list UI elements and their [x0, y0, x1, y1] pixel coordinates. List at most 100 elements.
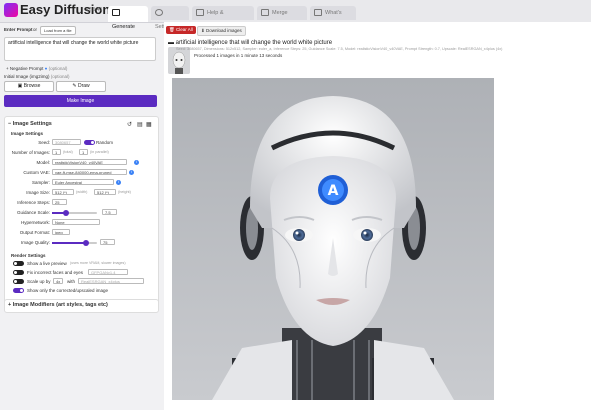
tab-help[interactable]: Help & Community — [192, 6, 254, 30]
vae-label: Custom VAE: — [23, 170, 50, 175]
scale-up-label: Scale up by — [27, 279, 51, 284]
top-bar: Easy Diffusion v2.5.41 Generate Settings… — [0, 0, 591, 30]
thumbnail-robot — [168, 47, 190, 74]
quality-slider[interactable] — [52, 240, 97, 246]
fix-faces-label: Fix incorrect faces and eyes — [27, 270, 84, 275]
image-quality-label: Image Quality: — [20, 240, 50, 245]
sampler-info-icon[interactable]: i — [116, 180, 121, 185]
negative-prompt-toggle[interactable]: + Negative Prompt ● (optional) — [6, 66, 67, 71]
show-corrected-toggle[interactable] — [13, 288, 24, 293]
model-info-icon[interactable]: i — [134, 160, 139, 165]
steps-input[interactable]: 25 — [52, 199, 67, 205]
vae-info-icon[interactable]: i — [129, 170, 134, 175]
scale-select[interactable]: 4x — [53, 278, 63, 284]
image-size-label: Image Size: — [26, 190, 50, 195]
svg-text:A: A — [328, 183, 339, 199]
generate-icon — [112, 9, 120, 17]
seed-label: Seed: — [38, 140, 50, 145]
image-modifiers-header[interactable]: + Image Modifiers (art styles, tags etc) — [8, 302, 108, 308]
height-hint: (height) — [118, 190, 131, 194]
live-preview-toggle[interactable] — [13, 261, 24, 266]
settings-icon — [155, 9, 163, 17]
upscaler-select[interactable]: RealESRGAN_x4plus — [78, 278, 144, 284]
init-image-hint: (optional) — [50, 74, 70, 79]
tab-whats-new[interactable]: What's new — [310, 6, 356, 30]
guidance-slider[interactable] — [52, 210, 97, 216]
app-version: v2.5.41 — [86, 7, 103, 13]
quality-slider-knob[interactable] — [82, 240, 89, 246]
random-label: Random — [96, 140, 114, 145]
vae-select[interactable]: vae-ft-mse-840000-ema-pruned — [52, 169, 127, 175]
undo-icon[interactable]: ↺ — [127, 121, 132, 128]
guidance-input[interactable]: 7.5 — [102, 209, 117, 215]
tab-label: Generate — [112, 24, 135, 30]
fix-faces-toggle[interactable] — [13, 270, 24, 275]
prompt-label: Enter Prompt — [4, 27, 33, 32]
steps-label: Inference Steps: — [17, 200, 50, 205]
render-settings-header: Render Settings — [11, 253, 46, 258]
sampler-select[interactable]: Euler Ancestral — [52, 179, 114, 185]
task-status: Processed 1 images in 1 minute 13 second… — [194, 53, 283, 58]
browse-label: Browse — [23, 83, 41, 89]
quality-input[interactable]: 75 — [100, 239, 115, 245]
download-images-button[interactable]: ⬇ Download images — [197, 26, 246, 36]
tab-merge-models[interactable]: Merge models — [257, 6, 307, 30]
app-logo — [4, 3, 18, 17]
init-image-label: Initial Image (img2img) (optional) — [4, 74, 70, 79]
width-hint: (width) — [76, 190, 88, 194]
image-settings-title: Image Settings — [12, 121, 52, 127]
num-images-parallel-input[interactable]: 1 — [79, 149, 88, 155]
width-select[interactable]: 512 (*) — [52, 189, 74, 195]
live-preview-label: Show a live preview — [27, 261, 67, 266]
generated-robot-portrait: A — [172, 78, 494, 400]
live-preview-hint: (uses more VRAM, slower images) — [70, 261, 126, 265]
generated-image[interactable]: A — [172, 78, 494, 400]
prompt-input[interactable]: artificial intelligence that will change… — [4, 37, 156, 61]
num-images-total-input[interactable]: 1 — [52, 149, 61, 155]
trash-icon: 🗑 — [169, 27, 176, 32]
merge-icon — [261, 9, 269, 17]
show-corrected-label: Show only the corrected/upscaled image — [27, 288, 109, 293]
draw-label: Draw — [77, 83, 90, 89]
model-select[interactable]: realisticVisionV40_v40VAE — [52, 159, 127, 165]
guidance-label: Guidance Scale: — [16, 210, 50, 215]
browse-button[interactable]: ▣ Browse — [4, 81, 54, 92]
make-image-button[interactable]: Make Image — [4, 95, 157, 107]
image-settings-header[interactable]: − Image Settings — [8, 121, 52, 127]
collapse-task-icon[interactable]: ▬ — [168, 40, 176, 46]
news-icon — [314, 9, 322, 17]
image-modifiers-title: Image Modifiers (art styles, tags etc) — [12, 302, 108, 308]
negative-prompt-label: Negative Prompt — [9, 66, 44, 71]
help-icon — [196, 9, 204, 17]
tab-settings[interactable]: Settings — [151, 6, 189, 30]
scale-with-label: with — [67, 279, 76, 284]
hypernetwork-label: Hypernetwork: — [20, 220, 50, 225]
prompt-or: or — [33, 27, 38, 32]
output-format-label: Output Format: — [19, 230, 50, 235]
random-seed-toggle[interactable] — [84, 140, 95, 145]
image-settings-section: Image Settings — [11, 131, 44, 136]
init-image-title: Initial Image (img2img) — [4, 74, 50, 79]
draw-button[interactable]: ✎ Draw — [56, 81, 106, 92]
fix-faces-model-select[interactable]: GFPGANv1.4 — [88, 269, 128, 275]
height-select[interactable]: 512 (*) — [94, 189, 116, 195]
negative-prompt-hint: (optional) — [48, 66, 68, 71]
task-metadata: Seed: 3080657, Dimensions: 512x512, Samp… — [176, 47, 503, 51]
guidance-slider-knob[interactable] — [62, 210, 69, 216]
hypernetwork-select[interactable]: None — [52, 219, 100, 225]
load-file-button[interactable]: Load from a file — [40, 26, 76, 35]
tab-generate[interactable]: Generate — [108, 6, 148, 30]
task-thumbnail[interactable] — [168, 47, 190, 74]
clear-all-label: Clear All — [175, 27, 193, 32]
scale-up-toggle[interactable] — [13, 279, 24, 284]
sampler-label: Sampler: — [31, 180, 50, 185]
output-format-select[interactable]: jpeg — [52, 229, 70, 235]
num-images-total-hint: (total) — [63, 150, 73, 154]
info-icon: ● — [44, 66, 48, 71]
task-prompt-text: artificial intelligence that will change… — [175, 40, 333, 46]
seed-input[interactable]: 3080657 — [52, 139, 81, 145]
copy-icon[interactable]: ▤ — [137, 121, 143, 128]
download-images-label: Download images — [206, 28, 242, 33]
paste-icon[interactable]: ▦ — [146, 121, 152, 128]
clear-all-button[interactable]: 🗑 Clear All — [166, 26, 196, 34]
